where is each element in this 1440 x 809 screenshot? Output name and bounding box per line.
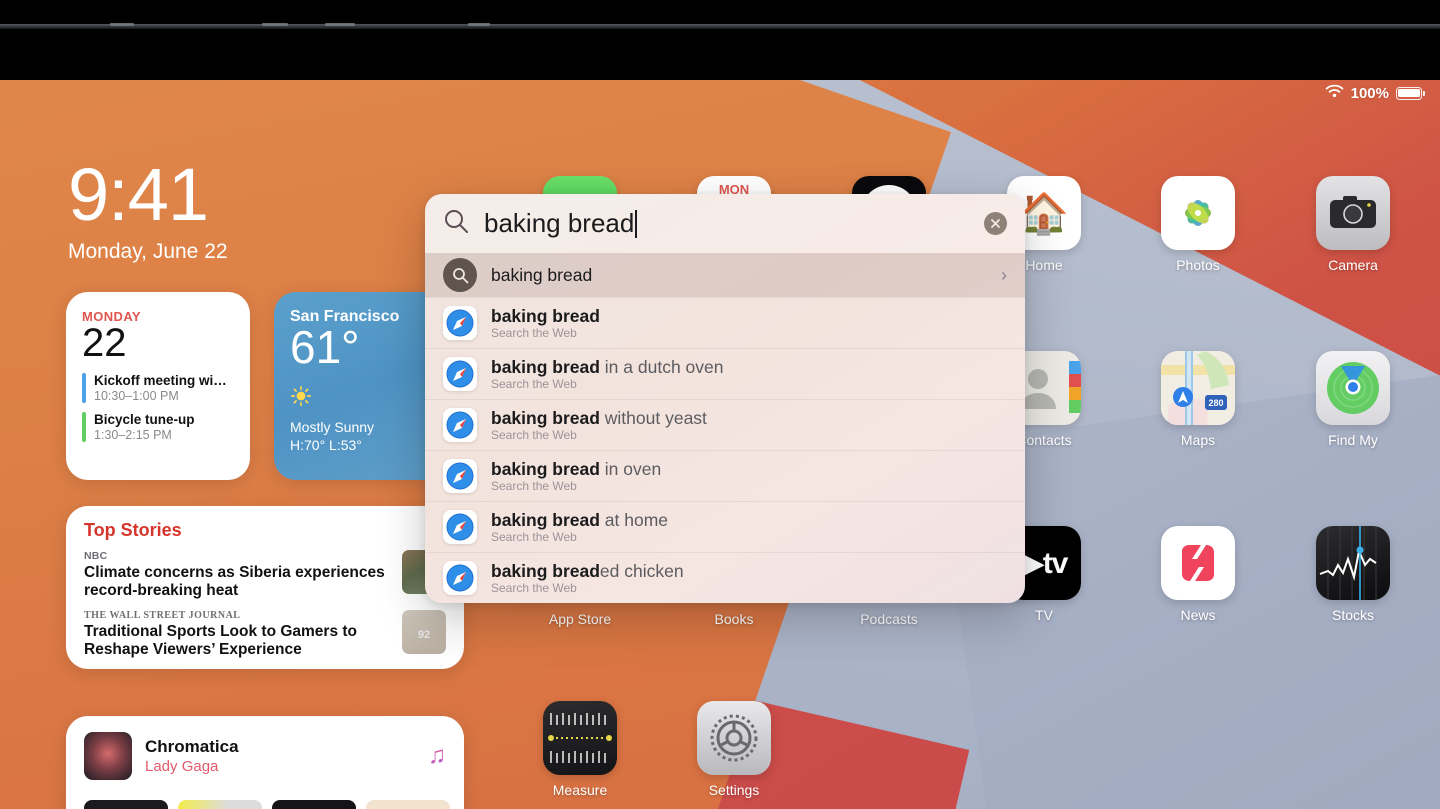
app-label-news: News [1180, 607, 1216, 623]
battery-full-icon [1396, 86, 1425, 100]
safari-icon [443, 408, 477, 442]
news-source: NBC [84, 550, 108, 562]
album-strip [84, 800, 450, 809]
calendar-widget[interactable]: MONDAY 22 Kickoff meeting wi… 10:30–1:00… [66, 292, 250, 480]
event-title: Bicycle tune-up [94, 412, 195, 427]
search-suggestion-row[interactable]: baking breaded chicken Search the Web [425, 552, 1025, 603]
search-suggestion-list: baking bread Search the Web baking bread i… [425, 297, 1025, 603]
camera-icon [1316, 176, 1390, 250]
app-icon-photos[interactable]: Photos [1150, 176, 1246, 273]
calendar-event[interactable]: Bicycle tune-up 1:30–2:15 PM [82, 412, 234, 442]
maps-icon: 280 [1161, 351, 1235, 425]
news-source: THE WALL STREET JOURNAL [84, 609, 241, 621]
app-label-photos: Photos [1176, 257, 1220, 273]
search-query-text: baking bread [484, 208, 635, 238]
app-label-settings: Settings [708, 782, 760, 798]
safari-icon [443, 561, 477, 595]
app-label-app-store: App Store [548, 611, 612, 627]
calendar-event[interactable]: Kickoff meeting wi… 10:30–1:00 PM [82, 373, 234, 403]
clear-circle-icon[interactable] [984, 212, 1007, 235]
suggestion-text: baking bread in oven [491, 459, 662, 479]
music-widget[interactable]: Chromatica Lady Gaga ♫ [66, 716, 464, 809]
calendar-day-number: 22 [82, 321, 127, 365]
app-icon-camera[interactable]: Camera [1305, 176, 1401, 273]
suggestion-text: baking breaded chicken [491, 561, 684, 581]
app-icon-stocks[interactable]: Stocks [1305, 526, 1401, 623]
search-top-result[interactable]: baking bread › [425, 253, 1025, 297]
news-headline: Climate concerns as Siberia experiences … [84, 564, 385, 600]
suggestion-text: baking bread without yeast [491, 408, 707, 428]
app-label-podcasts: Podcasts [860, 611, 918, 627]
safari-icon [443, 306, 477, 340]
measure-icon [543, 701, 617, 775]
suggestion-subtitle: Search the Web [491, 377, 577, 391]
search-icon [443, 258, 477, 292]
search-suggestion-row[interactable]: baking bread at home Search the Web [425, 501, 1025, 552]
app-icon-find-my[interactable]: Find My [1305, 351, 1401, 448]
chevron-right-icon: › [1001, 264, 1007, 285]
suggestion-text: baking bread at home [491, 510, 669, 530]
status-bar: 100% [1325, 84, 1425, 102]
clock-time: 9:41 [68, 153, 209, 236]
suggestion-subtitle: Search the Web [491, 581, 577, 595]
search-suggestion-row[interactable]: baking bread Search the Web [425, 297, 1025, 348]
lock-clock: 9:41 Monday, June 22 [68, 153, 228, 264]
search-field[interactable]: baking bread [425, 194, 1025, 253]
news-heading: Top Stories [84, 520, 182, 540]
search-icon [443, 208, 469, 239]
app-icon-settings[interactable]: Settings [686, 701, 782, 798]
find-my-icon [1316, 351, 1390, 425]
artist-name: Lady Gaga [145, 758, 219, 775]
search-suggestion-row[interactable]: baking bread without yeast Search the Web [425, 399, 1025, 450]
safari-icon [443, 510, 477, 544]
event-time: 1:30–2:15 PM [94, 428, 172, 442]
app-label-measure: Measure [552, 782, 608, 798]
settings-gear-icon [697, 701, 771, 775]
top-result-label: baking bread [491, 264, 593, 285]
spotlight-search-overlay: baking bread baking bread › baking bread… [425, 194, 1025, 603]
wifi-icon [1325, 84, 1344, 102]
suggestion-subtitle: Search the Web [491, 479, 577, 493]
device-bezel [0, 0, 1440, 80]
news-story[interactable]: THE WALL STREET JOURNAL Traditional Spor… [84, 609, 446, 660]
news-story[interactable]: NBC Climate concerns as Siberia experien… [84, 550, 446, 601]
app-label-tv: TV [1035, 607, 1053, 623]
news-icon [1161, 526, 1235, 600]
svg-text:280: 280 [1208, 398, 1223, 408]
app-label-books: Books [714, 611, 754, 627]
album-artwork [84, 732, 132, 780]
clock-date: Monday, June 22 [68, 240, 228, 264]
battery-percent-label: 100% [1350, 84, 1389, 102]
safari-icon [443, 459, 477, 493]
suggestion-text: baking bread [491, 306, 600, 326]
safari-icon [443, 357, 477, 391]
event-title: Kickoff meeting wi… [94, 373, 227, 388]
app-icon-measure[interactable]: Measure [532, 701, 628, 798]
photos-icon [1161, 176, 1235, 250]
text-caret [635, 209, 638, 238]
event-time: 10:30–1:00 PM [94, 389, 179, 403]
app-label-stocks: Stocks [1331, 607, 1374, 623]
app-label-maps: Maps [1180, 432, 1216, 448]
search-suggestion-row[interactable]: baking bread in a dutch oven Search the W… [425, 348, 1025, 399]
suggestion-subtitle: Search the Web [491, 428, 577, 442]
search-suggestion-row[interactable]: baking bread in oven Search the Web [425, 450, 1025, 501]
search-input[interactable]: baking bread [484, 208, 969, 239]
app-label-find-my: Find My [1328, 432, 1378, 448]
news-headline: Traditional Sports Look to Gamers to Res… [84, 622, 358, 658]
album-title: Chromatica [145, 737, 239, 756]
music-note-icon: ♫ [428, 742, 446, 769]
stocks-icon [1316, 526, 1390, 600]
app-icon-maps[interactable]: 280 Maps [1150, 351, 1246, 448]
ipad-screen: 100% 9:41 Monday, June 22 MONDAY 22 Kick… [0, 0, 1440, 809]
suggestion-text: baking bread in a dutch oven [491, 357, 724, 377]
news-thumbnail [402, 609, 446, 654]
app-icon-news[interactable]: News [1150, 526, 1246, 623]
suggestion-subtitle: Search the Web [491, 530, 577, 544]
app-label-camera: Camera [1328, 257, 1378, 273]
news-widget[interactable]: Top Stories NBC Climate concerns as Sibe… [66, 506, 464, 669]
suggestion-subtitle: Search the Web [491, 326, 577, 340]
